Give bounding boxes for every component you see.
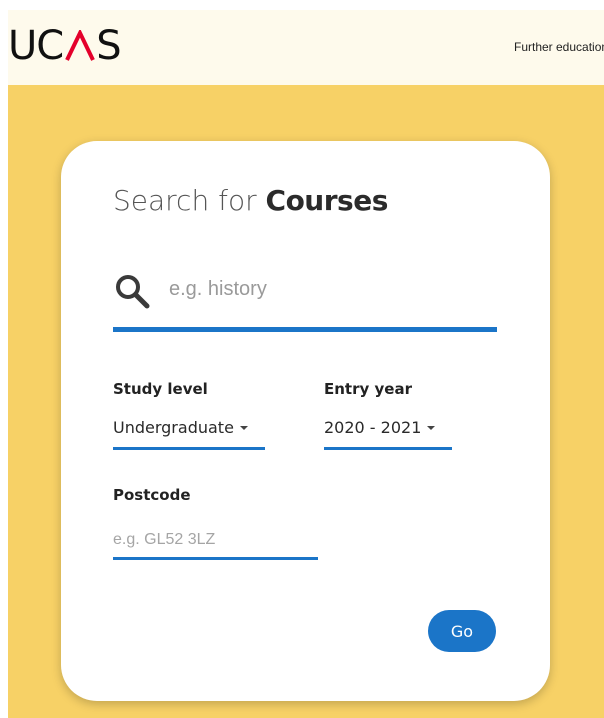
entry-year-value: 2020 - 2021 bbox=[324, 418, 422, 437]
study-level-label: Study level bbox=[113, 380, 208, 398]
course-search-input[interactable] bbox=[169, 275, 489, 303]
search-icon bbox=[116, 275, 150, 309]
study-level-select[interactable]: Undergraduate bbox=[113, 417, 265, 450]
course-search-field bbox=[113, 267, 497, 332]
postcode-label: Postcode bbox=[113, 486, 191, 504]
ucas-logo[interactable]: UC S bbox=[8, 16, 122, 76]
caret-down-icon bbox=[239, 425, 248, 430]
site-header: UC S Further education bbox=[8, 10, 604, 85]
entry-year-label: Entry year bbox=[324, 380, 412, 398]
go-button[interactable]: Go bbox=[428, 610, 496, 652]
logo-chevron-icon bbox=[65, 30, 96, 61]
nav-link-further-education[interactable]: Further education bbox=[514, 39, 604, 55]
study-level-value: Undergraduate bbox=[113, 418, 234, 437]
postcode-input[interactable] bbox=[113, 523, 318, 560]
course-search-card: Search for Courses Study level Undergrad… bbox=[61, 141, 550, 701]
logo-text-left: UC bbox=[8, 23, 64, 69]
heading-emphasis: Courses bbox=[265, 184, 389, 217]
logo-text-right: S bbox=[96, 23, 121, 69]
card-heading: Search for Courses bbox=[113, 182, 388, 220]
caret-down-icon bbox=[427, 425, 436, 430]
heading-prefix: Search for bbox=[113, 184, 257, 217]
page: UC S Further education Search for Courses… bbox=[0, 0, 604, 718]
entry-year-select[interactable]: 2020 - 2021 bbox=[324, 417, 452, 450]
